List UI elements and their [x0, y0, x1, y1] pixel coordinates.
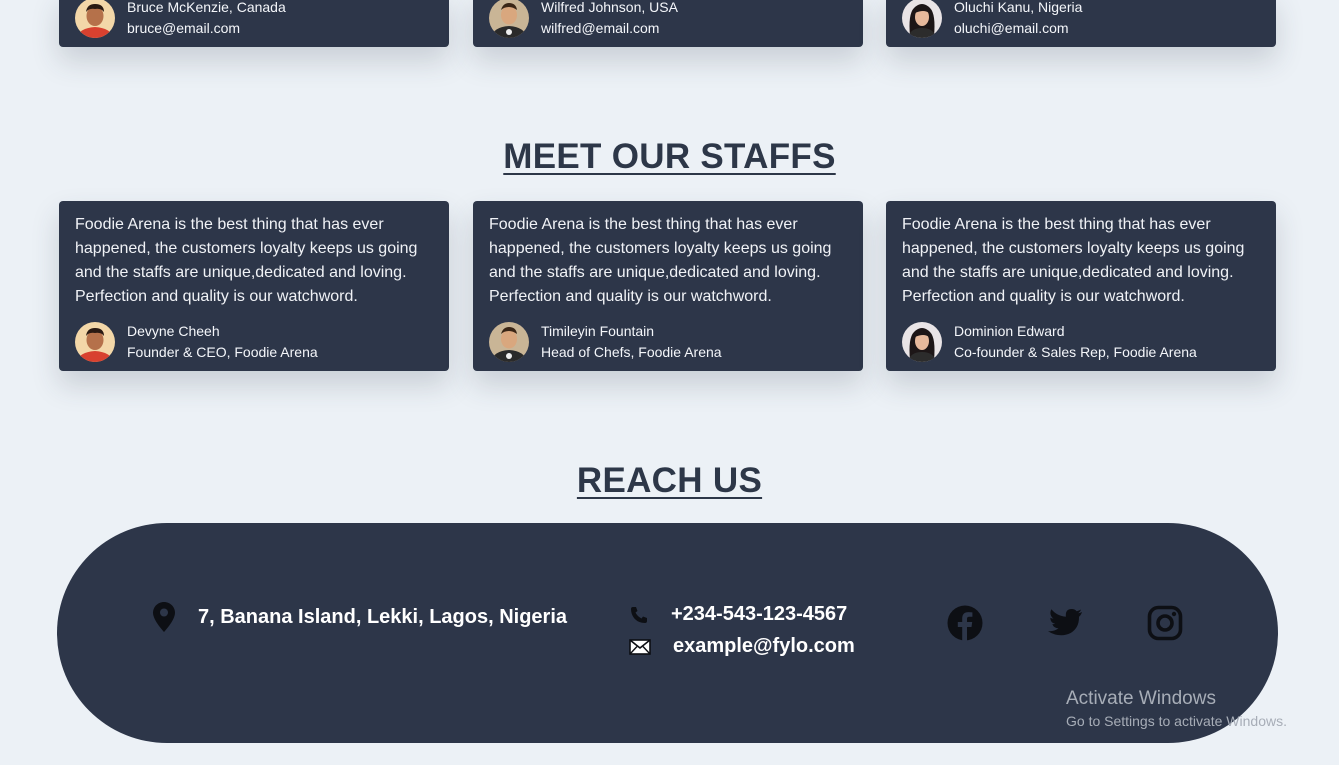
facebook-icon[interactable] [947, 605, 983, 641]
staff-role: Founder & CEO, Foodie Arena [127, 344, 318, 360]
avatar [75, 0, 115, 38]
customer-email: oluchi@email.com [954, 20, 1069, 36]
staff-quote: Foodie Arena is the best thing that has … [489, 216, 832, 305]
staff-card: Foodie Arena is the best thing that has … [59, 201, 449, 371]
staff-card: Foodie Arena is the best thing that has … [886, 201, 1276, 371]
activate-windows-watermark: Activate Windows Go to Settings to activ… [1066, 688, 1287, 729]
watermark-title: Activate Windows [1066, 688, 1216, 709]
address-row: 7, Banana Island, Lekki, Lagos, Nigeria [152, 601, 567, 633]
email-row[interactable]: example@fylo.com [629, 635, 855, 658]
twitter-icon[interactable] [1047, 605, 1083, 641]
staff-quote: Foodie Arena is the best thing that has … [75, 216, 418, 305]
customer-card: Oluchi Kanu, Nigeria oluchi@email.com [886, 0, 1276, 47]
customer-info: Bruce McKenzie, Canada bruce@email.com [75, 0, 286, 39]
avatar [489, 0, 529, 38]
staff-name: Devyne Cheeh [127, 323, 220, 339]
instagram-icon[interactable] [1147, 605, 1183, 641]
avatar [489, 322, 529, 362]
customer-card: Wilfred Johnson, USA wilfred@email.com [473, 0, 863, 47]
envelope-icon [629, 638, 651, 655]
address-text: 7, Banana Island, Lekki, Lagos, Nigeria [198, 605, 568, 628]
phone-number: +234-543-123-4567 [671, 603, 848, 625]
customer-name: Bruce McKenzie, Canada [127, 0, 286, 15]
customer-email: bruce@email.com [127, 20, 241, 36]
customer-email: wilfred@email.com [541, 20, 660, 36]
avatar [902, 322, 942, 362]
staff-info: Devyne Cheeh Founder & CEO, Foodie Arena [75, 321, 318, 363]
watermark-subtitle: Go to Settings to activate Windows. [1066, 713, 1287, 729]
staff-card: Foodie Arena is the best thing that has … [473, 201, 863, 371]
staff-quote: Foodie Arena is the best thing that has … [902, 216, 1245, 305]
staff-role: Head of Chefs, Foodie Arena [541, 344, 722, 360]
customer-card: Bruce McKenzie, Canada bruce@email.com [59, 0, 449, 47]
avatar [902, 0, 942, 38]
avatar [75, 322, 115, 362]
customer-info: Oluchi Kanu, Nigeria oluchi@email.com [902, 0, 1082, 39]
staff-name: Timileyin Fountain [541, 323, 655, 339]
staff-info: Dominion Edward Co-founder & Sales Rep, … [902, 321, 1197, 363]
customer-name: Oluchi Kanu, Nigeria [954, 0, 1083, 15]
customer-name: Wilfred Johnson, USA [541, 0, 678, 15]
email-address: example@fylo.com [673, 635, 855, 657]
customer-info: Wilfred Johnson, USA wilfred@email.com [489, 0, 678, 39]
staff-role: Co-founder & Sales Rep, Foodie Arena [954, 344, 1197, 360]
staff-name: Dominion Edward [954, 323, 1065, 339]
location-pin-icon [153, 602, 175, 632]
reach-section-title: REACH US [576, 461, 763, 500]
phone-icon [631, 606, 647, 623]
staff-info: Timileyin Fountain Head of Chefs, Foodie… [489, 321, 722, 363]
staff-section-title: MEET OUR STAFFS [503, 137, 836, 176]
phone-row[interactable]: +234-543-123-4567 [629, 603, 847, 626]
